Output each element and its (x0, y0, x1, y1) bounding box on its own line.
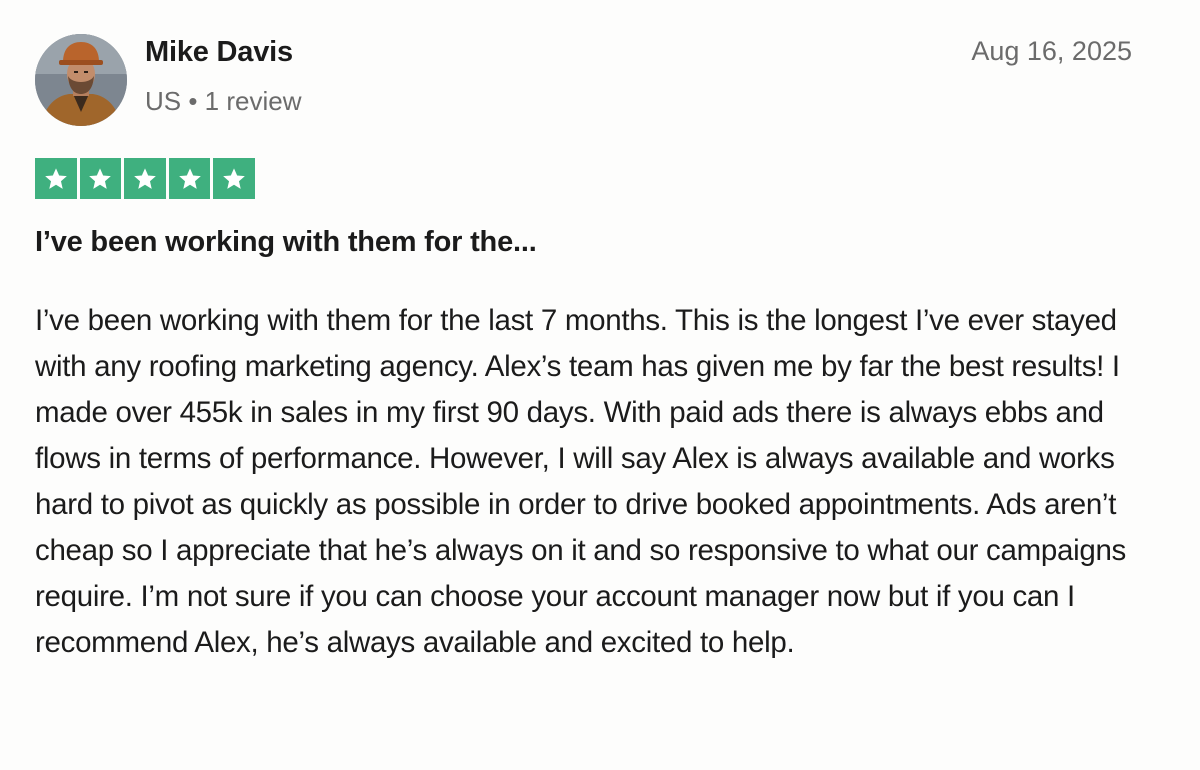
reviewer-avatar[interactable] (35, 34, 127, 126)
review-date: Aug 16, 2025 (971, 36, 1132, 66)
avatar-photo (35, 34, 127, 126)
star-icon (168, 158, 211, 199)
star-rating (35, 158, 255, 199)
star-icon (79, 158, 122, 199)
star-icon (213, 158, 255, 199)
review-card: Mike Davis US • 1 review Aug 16, 2025 I’… (0, 0, 1200, 770)
review-body: I’ve been working with them for the last… (35, 304, 1127, 659)
reviewer-meta: US • 1 review (145, 86, 302, 116)
star-icon (124, 158, 166, 199)
review-title[interactable]: I’ve been working with them for the... (35, 226, 537, 259)
star-icon (35, 158, 77, 199)
reviewer-name[interactable]: Mike Davis (145, 36, 293, 69)
